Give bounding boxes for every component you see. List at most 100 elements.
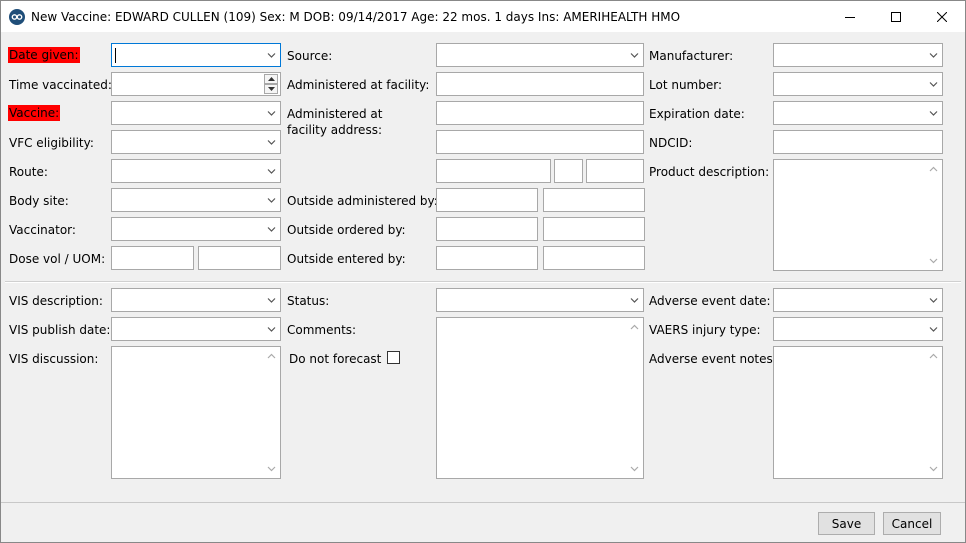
chevron-down-icon <box>267 53 276 58</box>
vis-discussion-label: VIS discussion: <box>9 352 99 366</box>
scroll-up-icon[interactable] <box>929 166 938 172</box>
route-label: Route: <box>9 165 48 179</box>
vfc-eligibility-label: VFC eligibility: <box>9 136 94 150</box>
adverse-event-date-combo[interactable] <box>773 288 943 312</box>
chevron-down-icon <box>267 198 276 203</box>
status-combo[interactable] <box>436 288 644 312</box>
vaccinator-label: Vaccinator: <box>9 223 76 237</box>
date-given-combo[interactable] <box>111 43 281 67</box>
outside-entered-by-first-input[interactable] <box>436 246 538 270</box>
facility-address-label-line2: facility address: <box>287 123 382 137</box>
cancel-button[interactable]: Cancel <box>883 512 941 535</box>
outside-entered-by-label: Outside entered by: <box>287 252 406 266</box>
scroll-down-icon[interactable] <box>929 466 938 472</box>
expiration-date-label: Expiration date: <box>649 107 745 121</box>
lot-number-combo[interactable] <box>773 72 943 96</box>
expiration-date-combo[interactable] <box>773 101 943 125</box>
dose-volume-input[interactable] <box>111 246 194 270</box>
text-caret <box>115 48 116 63</box>
manufacturer-label: Manufacturer: <box>649 49 734 63</box>
date-given-label: Date given: <box>8 47 80 63</box>
outside-ordered-by-label: Outside ordered by: <box>287 223 406 237</box>
source-label: Source: <box>287 49 333 63</box>
facility-state-input[interactable] <box>554 159 583 183</box>
scroll-up-icon[interactable] <box>630 324 639 330</box>
facility-address-line2-input[interactable] <box>436 130 644 154</box>
close-icon <box>937 11 947 22</box>
facility-zip-input[interactable] <box>586 159 644 183</box>
window-title: New Vaccine: EDWARD CULLEN (109) Sex: M … <box>31 10 681 24</box>
route-combo[interactable] <box>111 159 281 183</box>
new-vaccine-window: New Vaccine: EDWARD CULLEN (109) Sex: M … <box>0 0 966 543</box>
facility-address-label-line1: Administered at <box>287 107 383 121</box>
do-not-forecast-label: Do not forecast <box>289 352 382 366</box>
do-not-forecast-checkbox[interactable] <box>387 351 400 364</box>
source-combo[interactable] <box>436 43 644 67</box>
section-divider <box>5 281 961 283</box>
chevron-down-icon <box>929 53 938 58</box>
vaers-injury-type-label: VAERS injury type: <box>649 323 761 337</box>
facility-city-input[interactable] <box>436 159 551 183</box>
spin-up-icon[interactable] <box>264 74 278 84</box>
outside-administered-by-first-input[interactable] <box>436 188 538 212</box>
vaers-injury-type-combo[interactable] <box>773 317 943 341</box>
outside-entered-by-last-input[interactable] <box>543 246 645 270</box>
vis-publish-date-label: VIS publish date: <box>9 323 111 337</box>
body-site-combo[interactable] <box>111 188 281 212</box>
facility-address-line1-input[interactable] <box>436 101 644 125</box>
dose-uom-input[interactable] <box>198 246 281 270</box>
chevron-down-icon <box>267 298 276 303</box>
ndcid-label: NDCID: <box>649 136 693 150</box>
administered-at-facility-label: Administered at facility: <box>287 78 430 92</box>
adverse-event-notes-textarea[interactable] <box>773 346 943 479</box>
adverse-event-notes-label: Adverse event notes: <box>649 352 777 366</box>
scroll-down-icon[interactable] <box>267 466 276 472</box>
chevron-down-icon <box>929 82 938 87</box>
scroll-up-icon[interactable] <box>267 353 276 359</box>
close-button[interactable] <box>919 1 965 32</box>
scroll-down-icon[interactable] <box>929 258 938 264</box>
dose-vol-uom-label: Dose vol / UOM: <box>9 252 106 266</box>
comments-label: Comments: <box>287 323 357 337</box>
scroll-up-icon[interactable] <box>929 353 938 359</box>
time-vaccinated-input[interactable] <box>111 72 281 96</box>
chevron-down-icon <box>630 298 639 303</box>
outside-ordered-by-last-input[interactable] <box>543 217 645 241</box>
maximize-button[interactable] <box>873 1 919 32</box>
time-spinner[interactable] <box>264 74 278 94</box>
maximize-icon <box>891 11 901 22</box>
manufacturer-combo[interactable] <box>773 43 943 67</box>
minimize-button[interactable] <box>827 1 873 32</box>
vaccinator-combo[interactable] <box>111 217 281 241</box>
vis-description-label: VIS description: <box>9 294 103 308</box>
save-button[interactable]: Save <box>818 512 875 535</box>
outside-administered-by-last-input[interactable] <box>543 188 645 212</box>
vertical-scrollbar[interactable] <box>926 160 942 270</box>
chevron-down-icon <box>267 140 276 145</box>
vertical-scrollbar[interactable] <box>926 347 942 478</box>
time-vaccinated-label: Time vaccinated: <box>9 78 112 92</box>
lot-number-label: Lot number: <box>649 78 723 92</box>
ndcid-input[interactable] <box>773 130 943 154</box>
vis-discussion-textarea[interactable] <box>111 346 281 479</box>
chevron-down-icon <box>267 111 276 116</box>
outside-ordered-by-first-input[interactable] <box>436 217 538 241</box>
vis-description-combo[interactable] <box>111 288 281 312</box>
body-site-label: Body site: <box>9 194 69 208</box>
button-bar: Save Cancel <box>1 502 965 542</box>
comments-textarea[interactable] <box>436 317 644 479</box>
vis-publish-date-combo[interactable] <box>111 317 281 341</box>
chevron-down-icon <box>929 111 938 116</box>
scroll-down-icon[interactable] <box>630 466 639 472</box>
product-description-label: Product description: <box>649 165 770 179</box>
vertical-scrollbar[interactable] <box>627 318 643 478</box>
status-label: Status: <box>287 294 330 308</box>
spin-down-icon[interactable] <box>264 84 278 94</box>
outside-administered-by-label: Outside administered by: <box>287 194 438 208</box>
title-bar: New Vaccine: EDWARD CULLEN (109) Sex: M … <box>1 1 965 32</box>
product-description-textarea[interactable] <box>773 159 943 271</box>
administered-at-facility-input[interactable] <box>436 72 644 96</box>
vertical-scrollbar[interactable] <box>264 347 280 478</box>
vaccine-combo[interactable] <box>111 101 281 125</box>
vfc-eligibility-combo[interactable] <box>111 130 281 154</box>
